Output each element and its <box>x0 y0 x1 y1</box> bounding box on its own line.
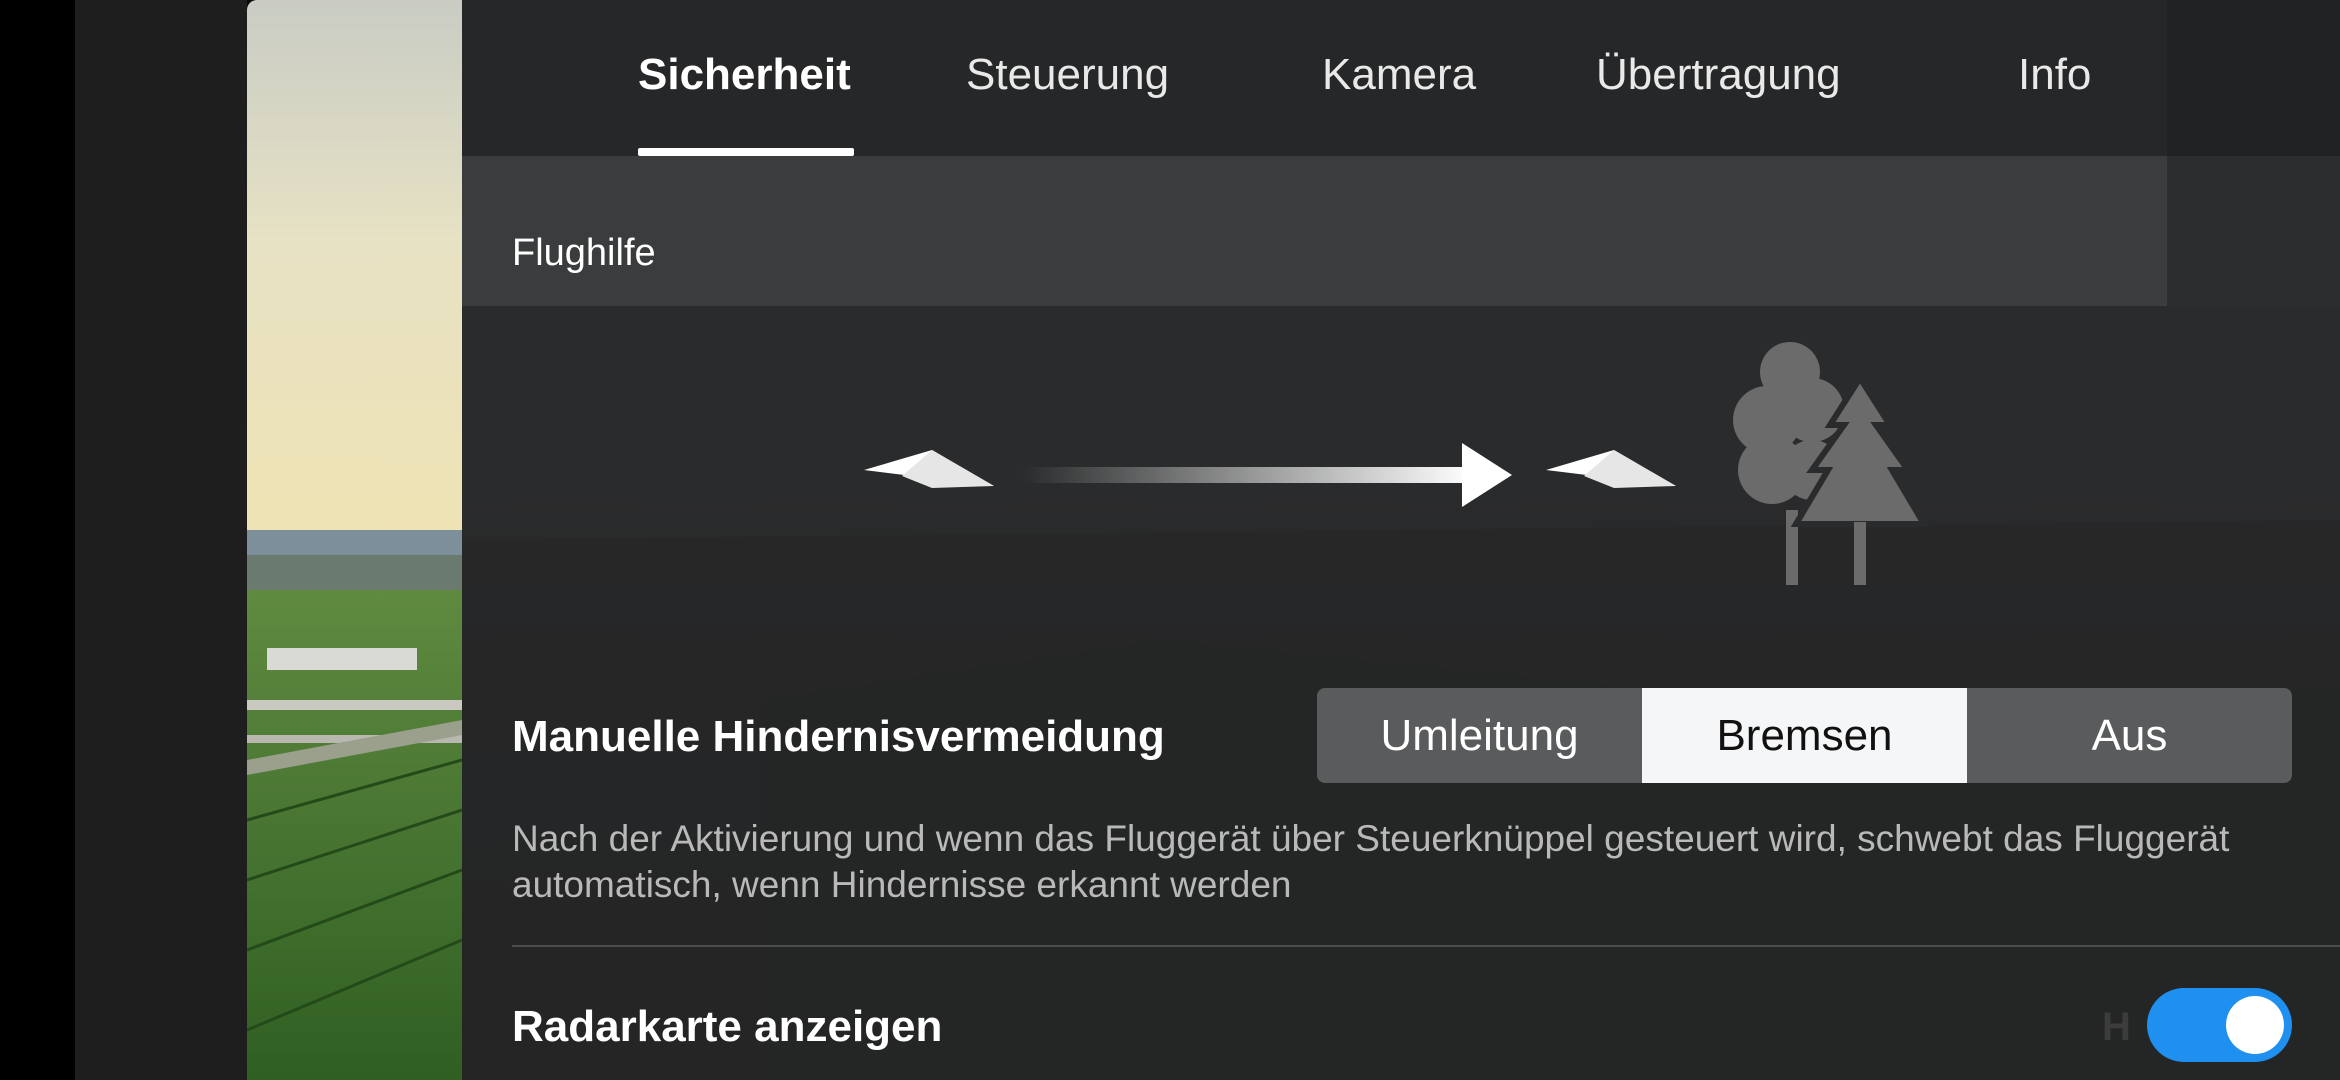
obstacle-illustration <box>864 342 1930 585</box>
tab-kamera[interactable]: Kamera <box>1322 50 1476 110</box>
tab-sicherheit[interactable]: Sicherheit <box>638 50 851 110</box>
radar-map-toggle[interactable] <box>2147 988 2292 1062</box>
screen-edge <box>75 0 247 1080</box>
toggle-knob <box>2226 996 2284 1054</box>
arrow-right-icon <box>1022 443 1512 507</box>
obstacle-avoidance-title: Manuelle Hindernisvermeidung <box>512 712 1165 761</box>
option-umleitung-button[interactable]: Umleitung <box>1317 688 1642 783</box>
paper-plane-icon <box>1546 450 1676 488</box>
settings-panel: Sicherheit Steuerung Kamera Übertragung … <box>462 0 2340 1080</box>
option-aus-button[interactable]: Aus <box>1967 688 2292 783</box>
tab-uebertragung[interactable]: Übertragung <box>1596 50 1841 110</box>
option-bremsen-button[interactable]: Bremsen <box>1642 688 1967 783</box>
obstacle-avoidance-segmented-control: Umleitung Bremsen Aus <box>1317 688 2292 783</box>
paper-plane-icon <box>864 450 994 488</box>
screen: Sicherheit Steuerung Kamera Übertragung … <box>0 0 2340 1080</box>
radar-map-title: Radarkarte anzeigen <box>512 1002 943 1051</box>
tree-icon <box>1733 342 1930 585</box>
camera-live-view[interactable] <box>247 0 462 1080</box>
tab-info[interactable]: Info <box>2018 50 2091 110</box>
section-header-extension <box>2167 156 2340 306</box>
watermark-logo: H <box>2102 1005 2131 1049</box>
section-header <box>462 156 2167 306</box>
screen-bezel <box>0 0 75 1080</box>
obstacle-avoidance-description: Nach der Aktivierung und wenn das Flugge… <box>512 818 2230 905</box>
tab-steuerung[interactable]: Steuerung <box>966 50 1169 110</box>
section-title: Flughilfe <box>512 232 656 274</box>
active-tab-indicator <box>638 148 854 156</box>
divider <box>512 945 2340 947</box>
tab-bar-extension <box>2167 0 2340 156</box>
